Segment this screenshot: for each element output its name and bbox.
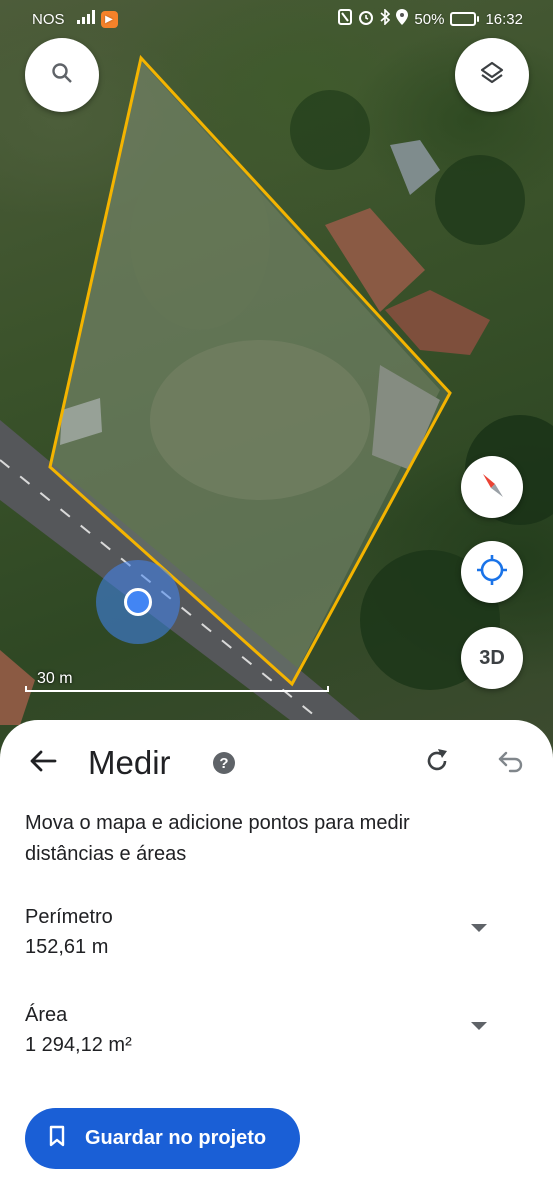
app-notification-icon: ▶ <box>100 10 118 28</box>
layers-icon <box>479 60 505 91</box>
carrier-name: NOS <box>32 10 65 28</box>
search-icon <box>51 62 73 89</box>
area-label: Área <box>25 1004 68 1026</box>
back-arrow-icon <box>29 749 57 778</box>
clock: 16:32 <box>485 10 523 28</box>
my-location-button[interactable] <box>461 541 523 603</box>
perimeter-label: Perímetro <box>25 906 113 928</box>
perimeter-row[interactable]: Perímetro 152,61 m <box>25 902 505 962</box>
status-bar: NOS ▶ 50% 16:32 <box>0 0 553 38</box>
alarm-icon <box>358 9 374 29</box>
satellite-map[interactable]: NOS ▶ 50% 16:32 3D 30 m <box>0 0 553 760</box>
search-button[interactable] <box>25 38 99 112</box>
save-to-project-button[interactable]: Guardar no projeto <box>25 1108 300 1169</box>
measure-bottom-sheet: Medir ? Mova o mapa e adicione pontos pa… <box>0 720 553 1200</box>
nfc-icon <box>338 9 353 29</box>
my-location-icon <box>476 554 508 591</box>
area-value: 1 294,12 m² <box>25 1034 132 1056</box>
signal-icon <box>71 10 95 28</box>
bookmark-icon <box>49 1125 65 1153</box>
instruction-text: Mova o mapa e adicione pontos para medir… <box>25 812 410 865</box>
scale-bar <box>25 686 329 692</box>
compass-icon <box>477 470 507 505</box>
battery-icon <box>450 12 480 26</box>
perimeter-value: 152,61 m <box>25 936 109 958</box>
page-title: Medir <box>88 744 171 781</box>
help-icon[interactable]: ? <box>213 752 235 774</box>
map-scale: 30 m <box>25 668 329 692</box>
back-button[interactable] <box>26 746 60 780</box>
undo-button[interactable] <box>494 746 528 780</box>
current-location-marker <box>96 560 180 644</box>
caret-down-icon[interactable] <box>471 924 487 932</box>
layers-button[interactable] <box>455 38 529 112</box>
area-row[interactable]: Área 1 294,12 m² <box>25 1000 505 1060</box>
3d-label: 3D <box>479 646 505 669</box>
undo-icon <box>497 749 525 778</box>
redo-button[interactable] <box>420 746 454 780</box>
caret-down-icon[interactable] <box>471 1022 487 1030</box>
compass-button[interactable] <box>461 456 523 518</box>
bluetooth-icon <box>380 8 391 29</box>
save-button-label: Guardar no projeto <box>85 1127 267 1149</box>
redo-icon <box>423 747 451 780</box>
3d-toggle-button[interactable]: 3D <box>461 627 523 689</box>
sheet-header: Medir ? <box>0 742 553 782</box>
battery-percent: 50% <box>414 10 445 28</box>
location-status-icon <box>396 9 409 29</box>
current-location-dot <box>124 588 152 616</box>
